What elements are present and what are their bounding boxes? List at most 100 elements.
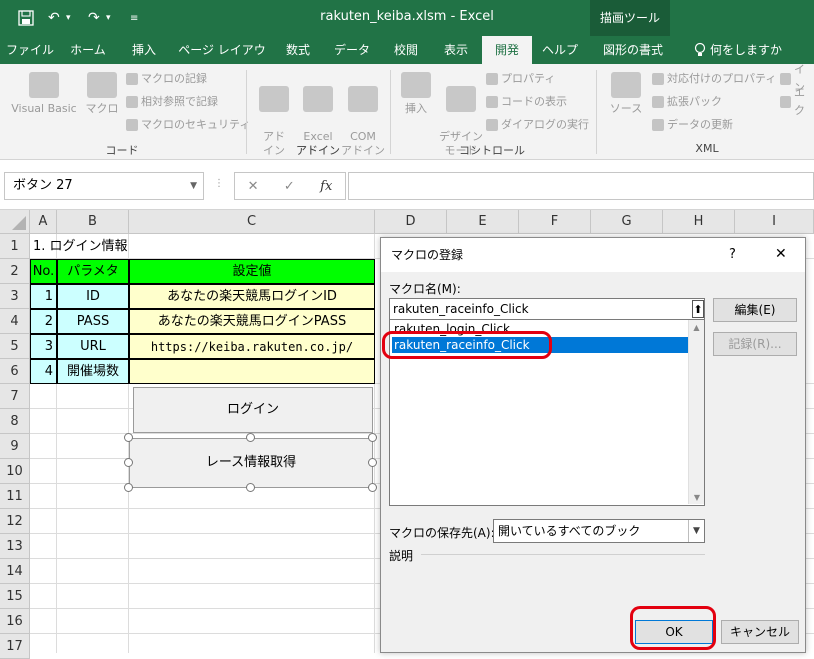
relative-reference-button[interactable]: 相対参照で記録 — [126, 93, 218, 111]
cell-no[interactable]: 3 — [30, 334, 57, 359]
row-header[interactable]: 2 — [0, 259, 30, 284]
xml-source-button[interactable]: ソース — [606, 72, 646, 116]
collapse-dialog-icon[interactable]: ⬆ — [692, 300, 704, 318]
tab-help[interactable]: ヘルプ — [536, 36, 584, 64]
resize-grip-icon[interactable]: ⋮ — [214, 178, 224, 189]
resize-handle[interactable] — [124, 433, 133, 442]
cell-no[interactable]: 2 — [30, 309, 57, 334]
enter-icon[interactable]: ✓ — [284, 179, 295, 194]
cell-param[interactable]: URL — [57, 334, 129, 359]
resize-handle[interactable] — [368, 433, 377, 442]
record-button[interactable]: 記録(R)... — [713, 332, 797, 356]
tab-shape-format[interactable]: 図形の書式 — [592, 36, 674, 64]
cancel-icon[interactable]: ✕ — [248, 179, 259, 194]
record-macro-icon — [126, 73, 138, 85]
cell-param[interactable]: PASS — [57, 309, 129, 334]
cancel-button[interactable]: キャンセル — [721, 620, 799, 644]
name-box[interactable]: ボタン 27 ▼ — [4, 172, 204, 200]
row-header[interactable]: 16 — [0, 609, 30, 634]
resize-handle[interactable] — [124, 458, 133, 467]
macro-security-button[interactable]: マクロのセキュリティ — [126, 116, 250, 134]
header-value[interactable]: 設定値 — [129, 259, 375, 284]
row-header[interactable]: 14 — [0, 559, 30, 584]
macro-button[interactable]: マクロ — [84, 72, 120, 116]
macro-name-input[interactable]: rakuten_raceinfo_Click ⬆ — [389, 298, 705, 320]
row-header[interactable]: 9 — [0, 434, 30, 459]
refresh-data-button[interactable]: データの更新 — [652, 116, 733, 134]
cell-param[interactable]: 開催場数 — [57, 359, 129, 384]
view-code-button[interactable]: コードの表示 — [486, 93, 567, 111]
cell-no[interactable]: 1 — [30, 284, 57, 309]
header-param[interactable]: パラメタ — [57, 259, 129, 284]
chevron-down-icon[interactable]: ▼ — [688, 520, 704, 542]
map-properties-button[interactable]: 対応付けのプロパティ — [652, 70, 776, 88]
row-header[interactable]: 4 — [0, 309, 30, 334]
tell-me-search[interactable]: 何をしますか — [710, 36, 810, 64]
column-header-h[interactable]: H — [663, 210, 735, 234]
cell-value[interactable] — [129, 359, 375, 384]
resize-handle[interactable] — [368, 483, 377, 492]
cell-value[interactable]: あなたの楽天競馬ログインID — [129, 284, 375, 309]
fx-icon[interactable]: fx — [320, 179, 332, 194]
scroll-up-icon[interactable]: ▲ — [689, 320, 704, 332]
row-header[interactable]: 6 — [0, 359, 30, 384]
resize-handle[interactable] — [368, 458, 377, 467]
tab-data[interactable]: データ — [326, 36, 378, 64]
formula-input[interactable] — [348, 172, 814, 200]
expansion-packs-button[interactable]: 拡張パック — [652, 93, 722, 111]
header-no[interactable]: No. — [30, 259, 57, 284]
column-header-d[interactable]: D — [375, 210, 447, 234]
row-header[interactable]: 5 — [0, 334, 30, 359]
tab-review[interactable]: 校閲 — [384, 36, 428, 64]
column-header-i[interactable]: I — [735, 210, 814, 234]
resize-handle[interactable] — [246, 483, 255, 492]
column-header-a[interactable]: A — [30, 210, 57, 234]
run-dialog-button[interactable]: ダイアログの実行 — [486, 116, 589, 134]
record-macro-button[interactable]: マクロの記録 — [126, 70, 207, 88]
row-header[interactable]: 1 — [0, 234, 30, 259]
save-location-select[interactable]: 開いているすべてのブック ▼ — [493, 519, 705, 543]
row-header[interactable]: 10 — [0, 459, 30, 484]
properties-button[interactable]: プロパティ — [486, 70, 555, 88]
cell-no[interactable]: 4 — [30, 359, 57, 384]
tab-view[interactable]: 表示 — [434, 36, 478, 64]
row-header[interactable]: 3 — [0, 284, 30, 309]
cell-param[interactable]: ID — [57, 284, 129, 309]
tab-formulas[interactable]: 数式 — [276, 36, 320, 64]
tab-page-layout[interactable]: ページ レイアウト — [174, 36, 270, 85]
insert-control-button[interactable]: 挿入 — [398, 72, 434, 116]
column-header-f[interactable]: F — [519, 210, 591, 234]
row-header[interactable]: 8 — [0, 409, 30, 434]
xml-export-button[interactable]: エク — [780, 86, 814, 117]
help-icon[interactable]: ? — [729, 247, 736, 262]
tab-developer[interactable]: 開発 — [482, 36, 532, 64]
login-sheet-button[interactable]: ログイン — [133, 387, 373, 433]
column-header-b[interactable]: B — [57, 210, 129, 234]
list-scrollbar[interactable]: ▲ ▼ — [688, 320, 704, 504]
row-header[interactable]: 15 — [0, 584, 30, 609]
record-macro-label: マクロの記録 — [141, 72, 207, 85]
tab-file[interactable]: ファイル — [4, 36, 56, 64]
column-header-e[interactable]: E — [447, 210, 519, 234]
row-header[interactable]: 13 — [0, 534, 30, 559]
row-header[interactable]: 17 — [0, 634, 30, 659]
tab-home[interactable]: ホーム — [62, 36, 114, 64]
resize-handle[interactable] — [246, 433, 255, 442]
visual-basic-button[interactable]: Visual Basic — [8, 72, 80, 116]
row-header[interactable]: 7 — [0, 384, 30, 409]
resize-handle[interactable] — [124, 483, 133, 492]
cell-a1-title[interactable]: 1. ログイン情報 — [33, 234, 128, 259]
edit-button[interactable]: 編集(E) — [713, 298, 797, 322]
chevron-down-icon[interactable]: ▼ — [190, 173, 197, 199]
cell-value[interactable]: https://keiba.rakuten.co.jp/ — [129, 334, 375, 359]
column-header-c[interactable]: C — [129, 210, 375, 234]
race-info-sheet-button[interactable]: レース情報取得 — [129, 438, 373, 488]
row-header[interactable]: 11 — [0, 484, 30, 509]
column-header-g[interactable]: G — [591, 210, 663, 234]
scroll-down-icon[interactable]: ▼ — [689, 493, 705, 502]
close-icon[interactable]: ✕ — [775, 246, 787, 262]
select-all-corner[interactable] — [0, 210, 30, 234]
row-header[interactable]: 12 — [0, 509, 30, 534]
tab-insert[interactable]: 挿入 — [118, 36, 170, 64]
cell-value[interactable]: あなたの楽天競馬ログインPASS — [129, 309, 375, 334]
